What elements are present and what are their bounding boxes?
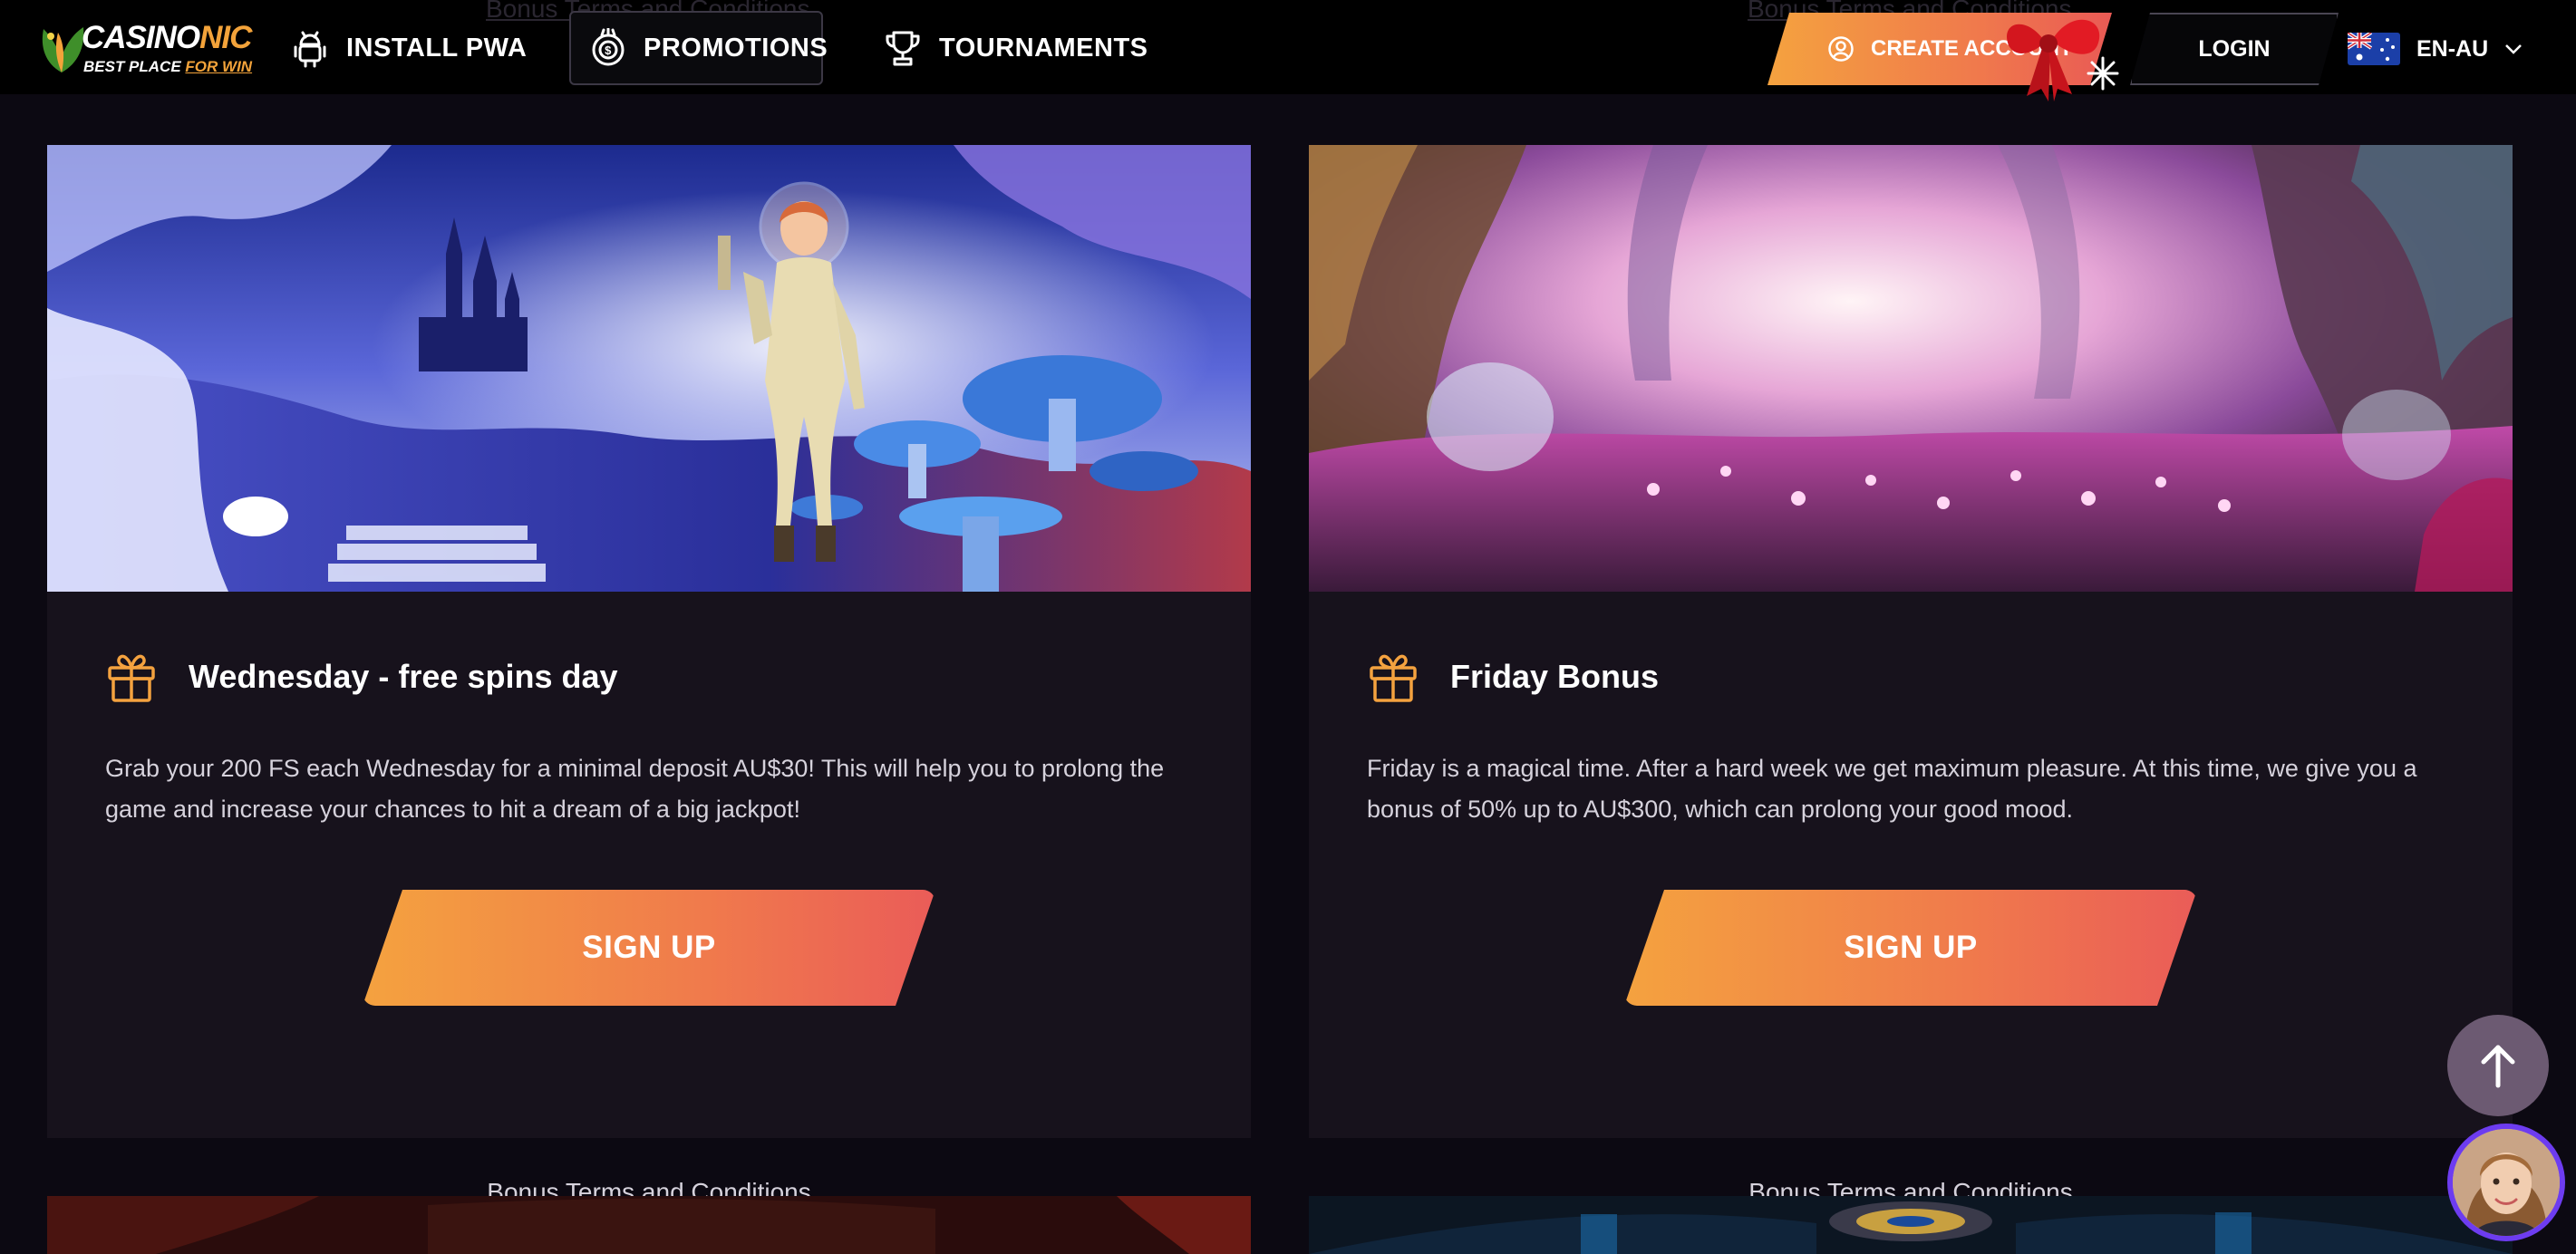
trophy-icon [886,31,920,66]
promo-title-row-wednesday: Wednesday - free spins day [105,651,618,703]
support-avatar-icon [2453,1129,2560,1236]
gift-bow-decoration [2007,19,2119,101]
promo-description: Friday is a magical time. After a hard w… [1367,755,2417,823]
promo-description: Grab your 200 FS each Wednesday for a mi… [105,755,1165,823]
logo-leaf-icon [42,27,84,72]
logo-tagline: BEST PLACE FOR WIN [83,58,253,75]
language-selector[interactable]: EN-AU [2348,20,2523,78]
promo-title: Friday Bonus [1450,658,1660,695]
promo-banner-next-left [47,1196,1251,1254]
promo-title: Wednesday - free spins day [189,658,618,695]
arrow-up-icon [2481,1045,2515,1088]
login-button[interactable]: LOGIN [2130,13,2339,85]
promo-banner-friday [1309,145,2513,592]
svg-text:$: $ [605,43,612,57]
nav-promotions-label: PROMOTIONS [644,33,828,63]
sign-up-button[interactable]: SIGN UP [363,890,935,1006]
login-label: LOGIN [2198,35,2271,62]
nav-install-pwa-label: INSTALL PWA [346,33,528,63]
scroll-to-top-button[interactable] [2447,1015,2549,1116]
casinonic-logo[interactable]: CASINONIC BEST PLACE FOR WIN [36,16,252,80]
nav-tournaments-label: TOURNAMENTS [939,33,1148,63]
nav-promotions[interactable]: $ PROMOTIONS [569,11,828,85]
gift-icon [108,654,155,702]
sign-up-button[interactable]: SIGN UP [1624,890,2197,1006]
nav-tournaments[interactable]: TOURNAMENTS [885,11,1148,85]
nav-install-pwa[interactable]: INSTALL PWA [292,11,527,85]
logo-brand: CASINONIC [82,20,252,55]
promo-card-friday: Friday Bonus Friday is a magical time. A… [1309,145,2513,1206]
promo-title-row-friday: Friday Bonus [1367,651,1659,703]
chevron-down-icon [2505,44,2523,54]
coin-icon: $ [592,28,625,66]
user-icon [1827,35,1855,63]
promo-card-wednesday: Wednesday - free spins day Grab your 200… [47,145,1251,1206]
promo-banner-next-right [1309,1196,2513,1254]
australia-flag-icon [2348,33,2400,65]
gift-icon [1370,654,1417,702]
promo-banner-wednesday [47,145,1251,592]
site-header: Bonus Terms and Conditions Bonus Terms a… [0,0,2576,101]
support-chat-avatar[interactable] [2447,1124,2565,1241]
android-icon [294,31,326,68]
language-label: EN-AU [2416,35,2489,62]
